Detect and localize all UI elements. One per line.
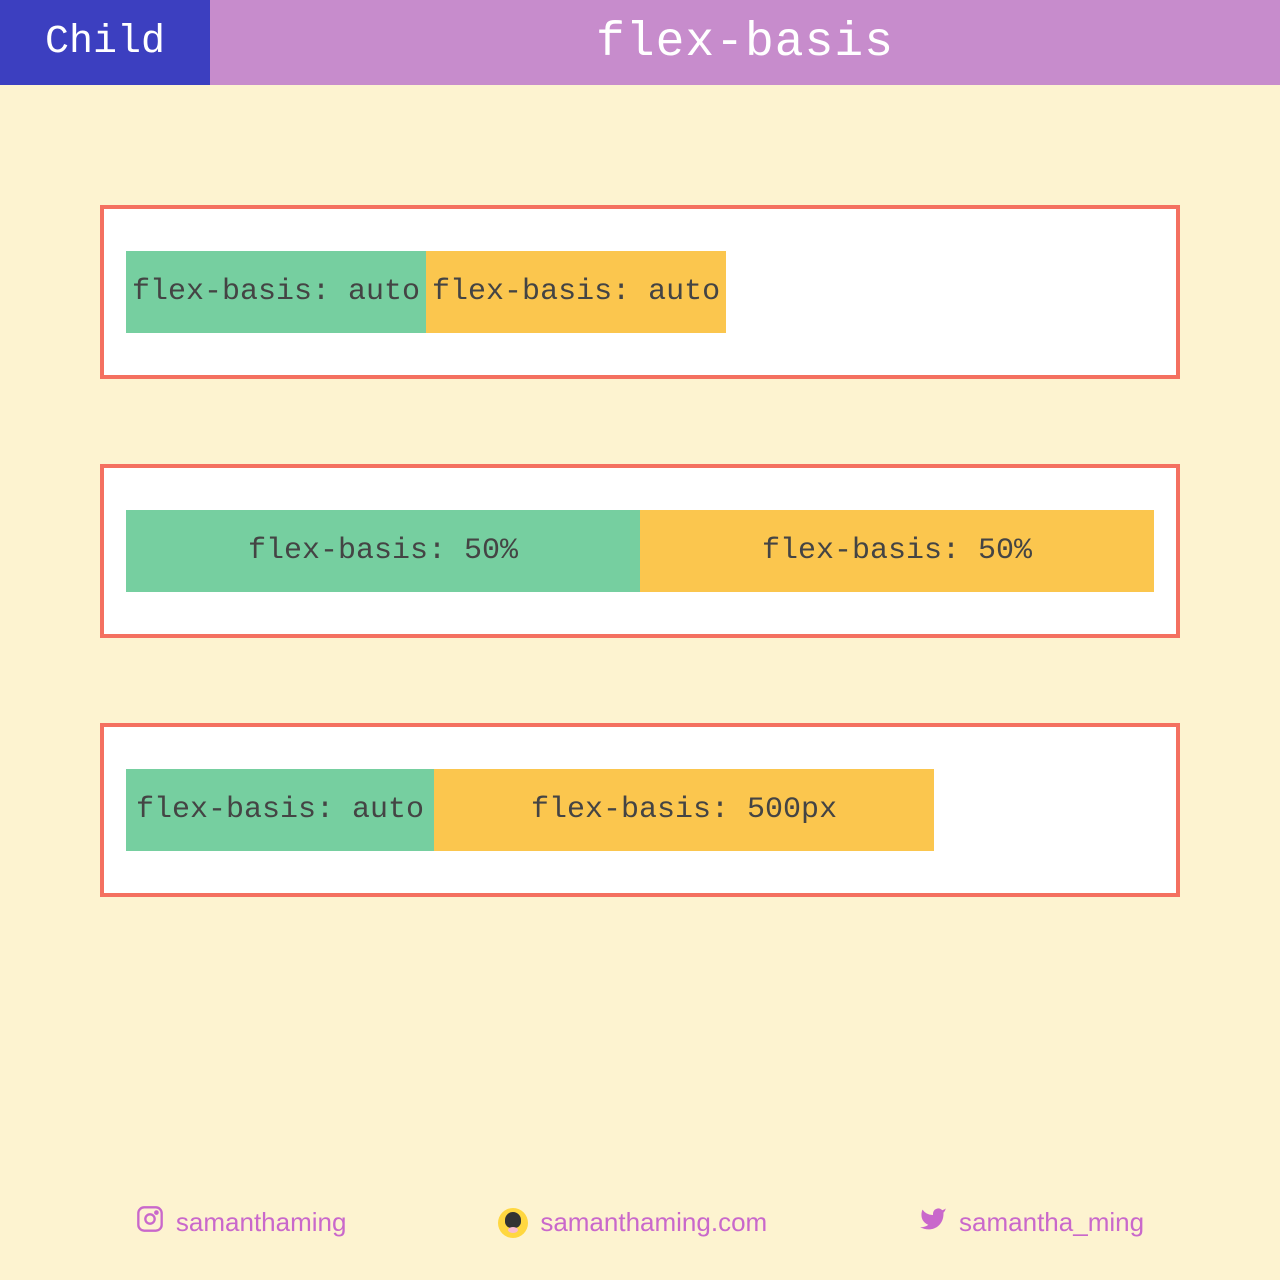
content-area: flex-basis: auto flex-basis: auto flex-b… bbox=[0, 85, 1280, 897]
flex-container: flex-basis: auto flex-basis: 500px bbox=[126, 769, 1154, 851]
twitter-link[interactable]: samantha_ming bbox=[919, 1205, 1144, 1240]
avatar-icon bbox=[498, 1208, 528, 1238]
flex-item-green: flex-basis: auto bbox=[126, 769, 434, 851]
website-link[interactable]: samanthaming.com bbox=[498, 1207, 767, 1238]
twitter-icon bbox=[919, 1205, 947, 1240]
example-box-px: flex-basis: auto flex-basis: 500px bbox=[100, 723, 1180, 897]
header-badge: Child bbox=[0, 0, 210, 85]
flex-item-yellow: flex-basis: auto bbox=[426, 251, 726, 333]
instagram-link[interactable]: samanthaming bbox=[136, 1205, 347, 1240]
flex-item-green: flex-basis: 50% bbox=[126, 510, 640, 592]
flex-item-yellow: flex-basis: 50% bbox=[640, 510, 1154, 592]
footer: samanthaming samanthaming.com samantha_m… bbox=[0, 1205, 1280, 1240]
website-url: samanthaming.com bbox=[540, 1207, 767, 1238]
twitter-handle: samantha_ming bbox=[959, 1207, 1144, 1238]
example-box-auto: flex-basis: auto flex-basis: auto bbox=[100, 205, 1180, 379]
instagram-icon bbox=[136, 1205, 164, 1240]
example-box-percent: flex-basis: 50% flex-basis: 50% bbox=[100, 464, 1180, 638]
flex-container: flex-basis: auto flex-basis: auto bbox=[126, 251, 1154, 333]
flex-container: flex-basis: 50% flex-basis: 50% bbox=[126, 510, 1154, 592]
flex-item-green: flex-basis: auto bbox=[126, 251, 426, 333]
flex-item-yellow: flex-basis: 500px bbox=[434, 769, 934, 851]
instagram-handle: samanthaming bbox=[176, 1207, 347, 1238]
header: Child flex-basis bbox=[0, 0, 1280, 85]
page-title: flex-basis bbox=[210, 0, 1280, 85]
